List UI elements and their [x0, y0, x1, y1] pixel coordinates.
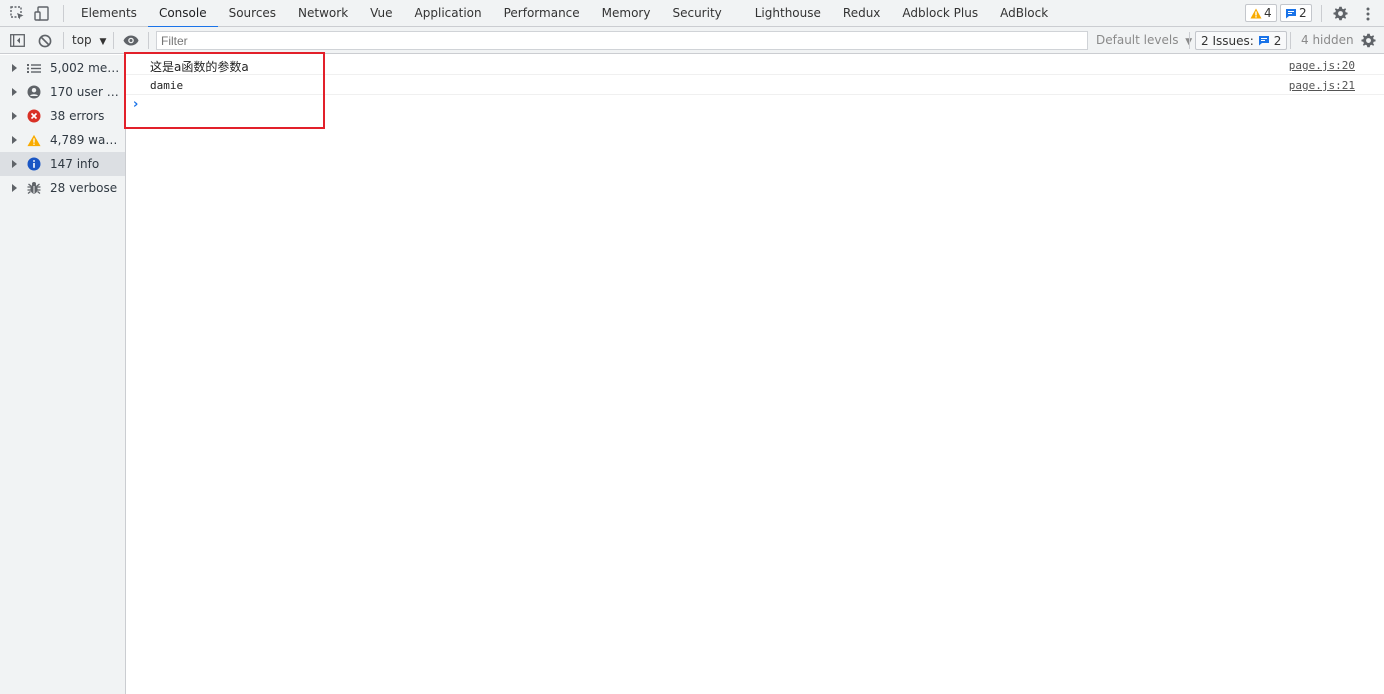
divider [148, 32, 149, 49]
sidebar-item-label: 147 info [50, 157, 100, 171]
sidebar-item-label: 5,002 messa... [50, 61, 122, 75]
device-toolbar-icon[interactable] [33, 0, 51, 27]
console-toolbar: top ▼ Default levels ▼ 2 Issues: 2 4 hid… [0, 27, 1384, 54]
warning-icon [27, 133, 41, 147]
settings-gear-icon[interactable] [1331, 0, 1349, 27]
tab-redux[interactable]: Redux [832, 0, 892, 27]
issues-label: 2 Issues: [1201, 33, 1254, 48]
tab-network[interactable]: Network [287, 0, 359, 27]
tab-performance[interactable]: Performance [493, 0, 591, 27]
expand-arrow-icon [12, 88, 17, 96]
tab-memory[interactable]: Memory [591, 0, 662, 27]
warning-icon [1250, 8, 1262, 18]
hidden-count: 4 hidden [1301, 33, 1354, 47]
warnings-count: 4 [1264, 6, 1272, 20]
live-expression-eye-icon[interactable] [122, 27, 140, 54]
messages-badge[interactable]: 2 [1280, 4, 1312, 22]
tab-console[interactable]: Console [147, 0, 218, 28]
sidebar-item-label: 4,789 warni... [50, 133, 122, 147]
message-icon [1258, 36, 1269, 46]
sidebar-item-label: 38 errors [50, 109, 105, 123]
red-highlight-annotation [124, 52, 325, 129]
sidebar-item-messages[interactable]: 5,002 messa... [0, 56, 125, 80]
warnings-badge[interactable]: 4 [1245, 4, 1277, 22]
sidebar-item-verbose[interactable]: 28 verbose [0, 176, 125, 200]
sidebar-item-errors[interactable]: 38 errors [0, 104, 125, 128]
console-sidebar: 5,002 messa... 170 user me... 38 errors … [0, 55, 126, 694]
expand-arrow-icon [12, 64, 17, 72]
sidebar-item-warnings[interactable]: 4,789 warni... [0, 128, 125, 152]
divider [63, 5, 64, 22]
tab-security[interactable]: Security [661, 0, 743, 27]
divider [1290, 32, 1291, 49]
list-icon [27, 61, 41, 75]
log-levels-label: Default levels [1096, 33, 1179, 47]
filter-input[interactable] [156, 31, 1088, 50]
sidebar-item-info[interactable]: 147 info [0, 152, 125, 176]
panel-tabs: Elements Console Sources Network Vue App… [70, 0, 1059, 28]
issues-count: 2 [1273, 33, 1282, 48]
expand-arrow-icon [12, 160, 17, 168]
console-settings-gear-icon[interactable] [1359, 27, 1377, 54]
tab-adblock-plus[interactable]: Adblock Plus [891, 0, 989, 27]
message-icon [1286, 8, 1296, 18]
source-link[interactable]: page.js:20 [1289, 59, 1355, 72]
issues-button[interactable]: 2 Issues: 2 [1195, 31, 1288, 50]
tab-vue[interactable]: Vue [359, 0, 403, 27]
error-icon [27, 109, 41, 123]
divider [63, 32, 64, 49]
more-options-icon[interactable] [1360, 0, 1376, 27]
expand-arrow-icon [12, 112, 17, 120]
context-selector[interactable]: top ▼ [72, 27, 106, 54]
source-link[interactable]: page.js:21 [1289, 79, 1355, 92]
sidebar-item-user-messages[interactable]: 170 user me... [0, 80, 125, 104]
sidebar-item-label: 28 verbose [50, 181, 118, 195]
sidebar-item-label: 170 user me... [50, 85, 122, 99]
info-icon [27, 157, 41, 171]
devtools-tabbar: Elements Console Sources Network Vue App… [0, 0, 1384, 28]
inspect-element-icon[interactable] [8, 0, 26, 27]
divider [1321, 5, 1322, 22]
divider [113, 32, 114, 49]
sidebar-toggle-icon[interactable] [8, 27, 26, 54]
tab-sources[interactable]: Sources [218, 0, 287, 27]
expand-arrow-icon [12, 184, 17, 192]
tab-application[interactable]: Application [404, 0, 493, 27]
divider [1189, 32, 1190, 49]
expand-arrow-icon [12, 136, 17, 144]
tab-elements[interactable]: Elements [70, 0, 148, 27]
context-label: top [72, 33, 92, 47]
messages-count: 2 [1299, 6, 1307, 20]
clear-console-icon[interactable] [36, 27, 54, 54]
log-levels-dropdown[interactable]: Default levels ▼ [1096, 27, 1192, 54]
user-icon [27, 85, 41, 99]
tab-adblock[interactable]: AdBlock [989, 0, 1059, 27]
bug-icon [27, 181, 41, 195]
tab-lighthouse[interactable]: Lighthouse [744, 0, 832, 27]
dropdown-arrow-icon: ▼ [99, 37, 107, 47]
